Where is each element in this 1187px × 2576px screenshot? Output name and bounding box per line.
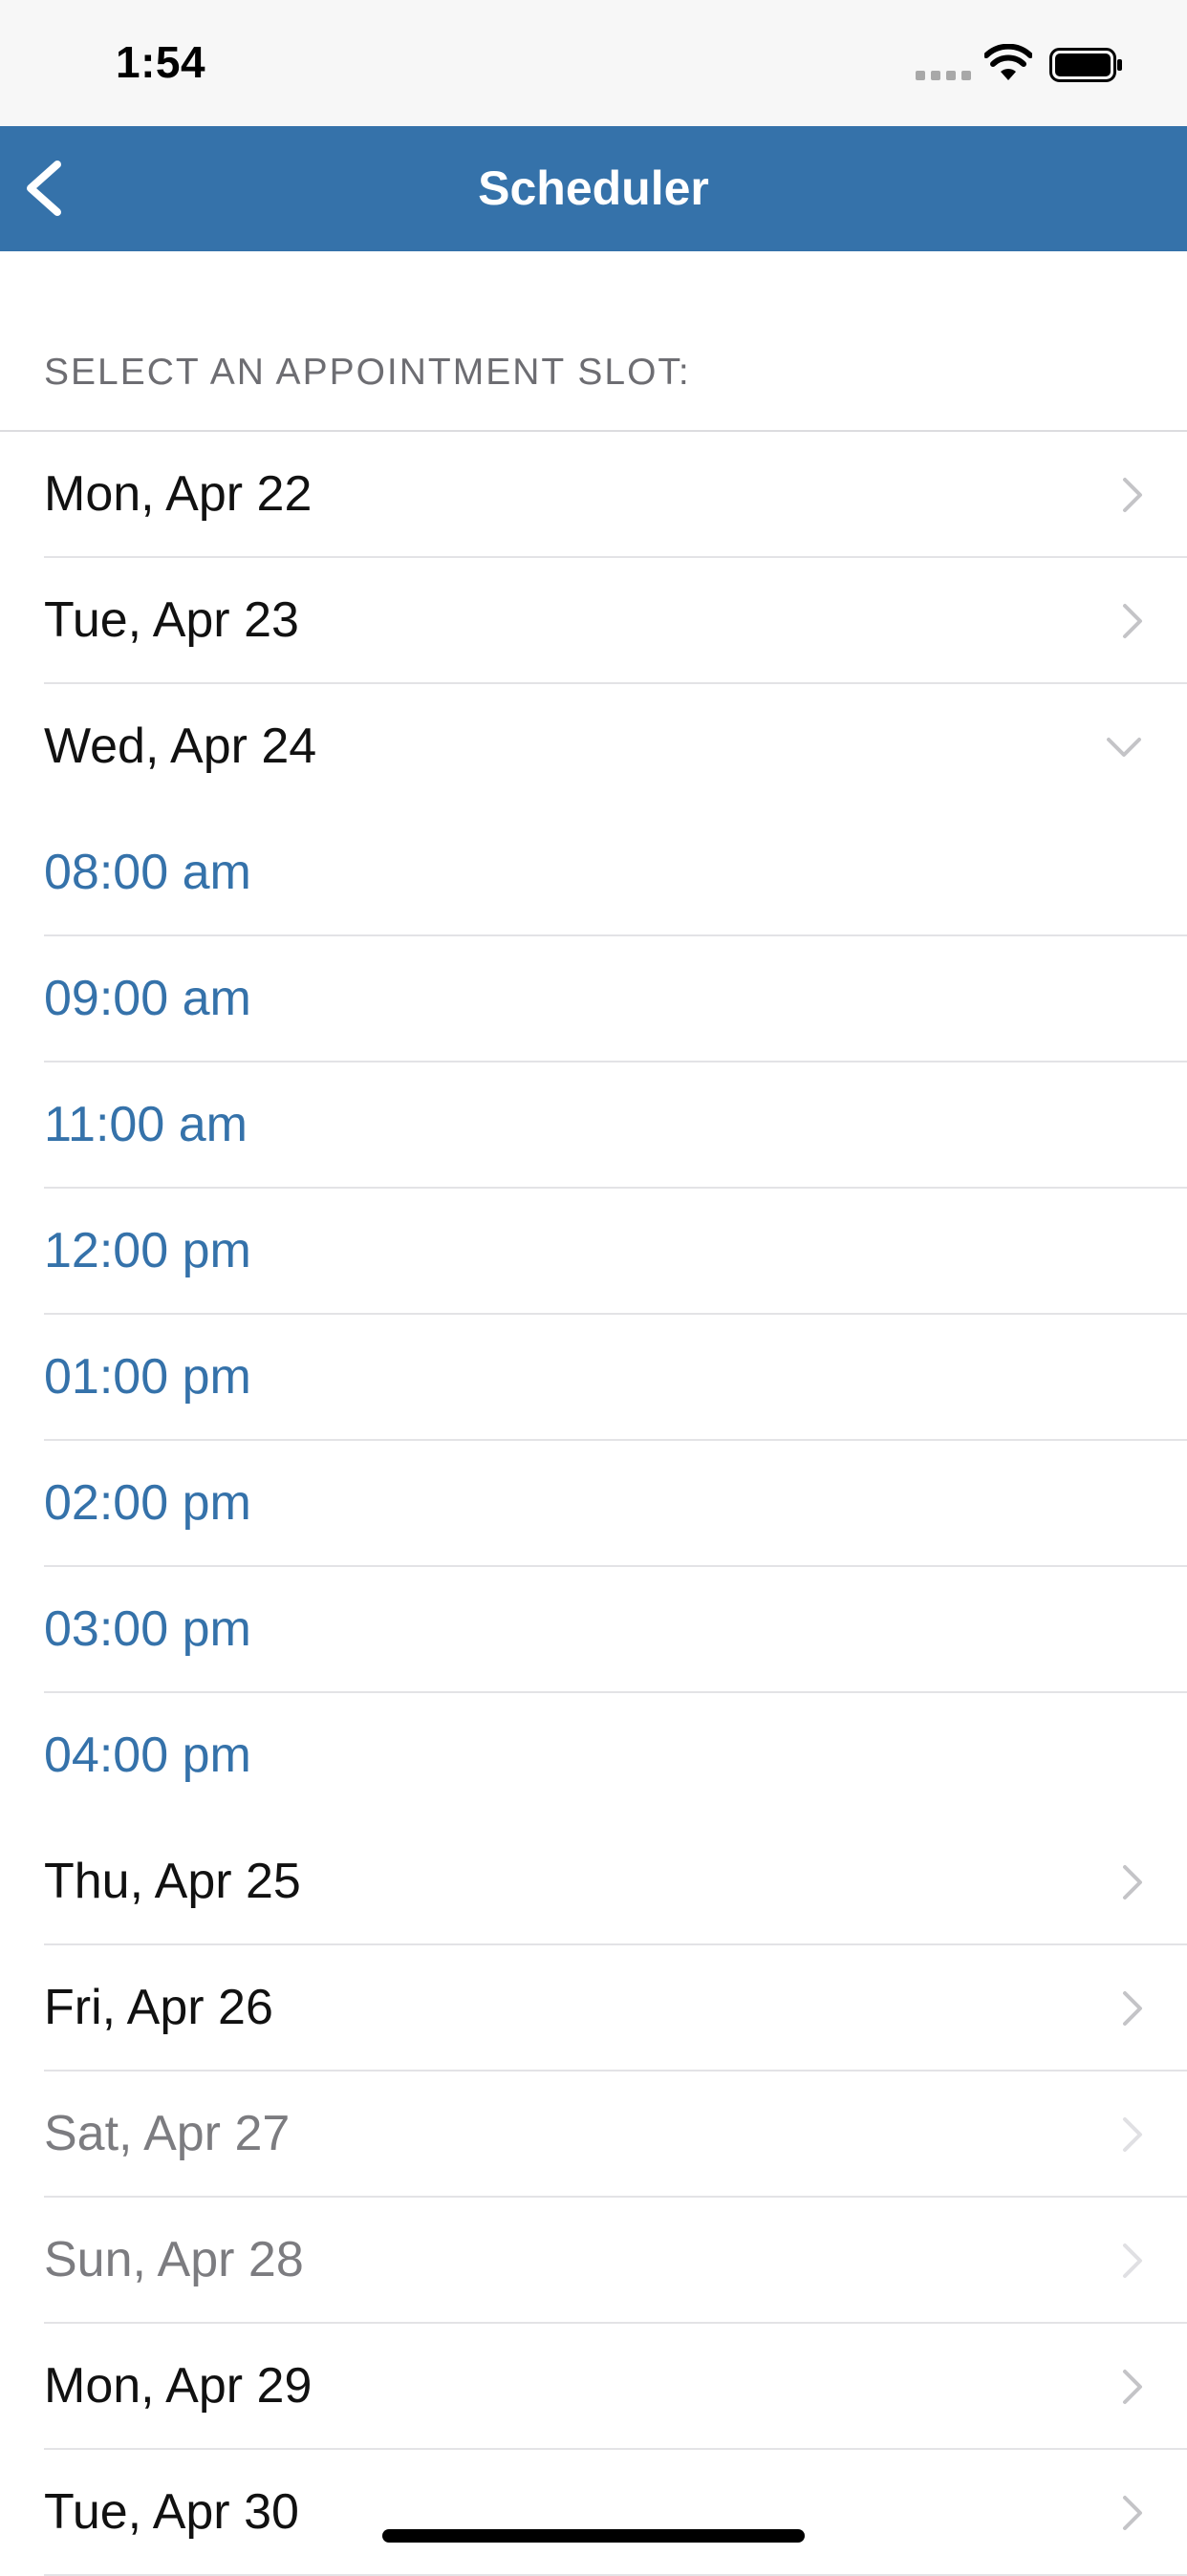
chevron-down-icon [1107, 738, 1141, 757]
time-slot-button[interactable]: 12:00 pm [44, 1189, 1187, 1315]
back-button[interactable] [17, 155, 78, 222]
day-label: Wed, Apr 24 [44, 719, 317, 774]
day-label: Fri, Apr 26 [44, 1980, 273, 2035]
time-slot-label: 02:00 pm [44, 1475, 251, 1531]
home-indicator[interactable] [382, 2529, 805, 2543]
time-slot-button[interactable]: 04:00 pm [44, 1693, 1187, 1819]
time-slot-label: 04:00 pm [44, 1728, 251, 1783]
day-row-sat-apr-27[interactable]: Sat, Apr 27 [44, 2072, 1187, 2198]
time-slot-label: 03:00 pm [44, 1601, 251, 1657]
chevron-left-icon [27, 161, 61, 216]
time-slot-button[interactable]: 02:00 pm [44, 1441, 1187, 1567]
chevron-right-icon [1123, 2243, 1142, 2278]
day-label: Sat, Apr 27 [44, 2106, 291, 2161]
chevron-right-icon [1123, 2117, 1142, 2152]
day-label: Sun, Apr 28 [44, 2232, 304, 2287]
cellular-signal-icon [916, 71, 971, 82]
wifi-icon [984, 44, 1032, 80]
day-row-wed-apr-24-expanded[interactable]: Wed, Apr 24 [44, 684, 1187, 810]
day-row-thu-apr-25[interactable]: Thu, Apr 25 [44, 1819, 1187, 1945]
chevron-right-icon [1123, 1865, 1142, 1900]
time-slot-button[interactable]: 03:00 pm [44, 1567, 1187, 1693]
time-slot-label: 08:00 am [44, 845, 251, 900]
day-row-tue-apr-30[interactable]: Tue, Apr 30 [44, 2450, 1187, 2576]
day-label: Mon, Apr 29 [44, 2358, 313, 2414]
page-title: Scheduler [478, 161, 709, 215]
chevron-right-icon [1123, 604, 1142, 638]
time-slot-label: 12:00 pm [44, 1223, 251, 1278]
day-label: Thu, Apr 25 [44, 1854, 301, 1909]
day-row-sun-apr-28[interactable]: Sun, Apr 28 [44, 2198, 1187, 2324]
chevron-right-icon [1123, 1991, 1142, 2026]
day-row-mon-apr-22[interactable]: Mon, Apr 22 [44, 432, 1187, 558]
appointment-list: Mon, Apr 22 Tue, Apr 23 Wed, Apr 24 08:0… [0, 430, 1187, 2576]
time-slot-label: 01:00 pm [44, 1349, 251, 1405]
section-header: SELECT AN APPOINTMENT SLOT: [44, 352, 691, 393]
navigation-bar: Scheduler [0, 126, 1187, 251]
time-slot-button[interactable]: 01:00 pm [44, 1315, 1187, 1441]
chevron-right-icon [1123, 2496, 1142, 2530]
time-slot-button[interactable]: 11:00 am [44, 1063, 1187, 1189]
battery-icon [1049, 48, 1122, 82]
chevron-right-icon [1123, 478, 1142, 512]
day-row-mon-apr-29[interactable]: Mon, Apr 29 [44, 2324, 1187, 2450]
day-label: Tue, Apr 23 [44, 592, 299, 648]
day-label: Tue, Apr 30 [44, 2484, 299, 2540]
day-row-tue-apr-23[interactable]: Tue, Apr 23 [44, 558, 1187, 684]
day-label: Mon, Apr 22 [44, 466, 313, 522]
time-slot-label: 11:00 am [44, 1097, 248, 1152]
time-slot-label: 09:00 am [44, 971, 251, 1026]
chevron-right-icon [1123, 2370, 1142, 2404]
status-time: 1:54 [116, 37, 206, 87]
time-slot-button[interactable]: 08:00 am [44, 810, 1187, 936]
time-slot-button[interactable]: 09:00 am [44, 936, 1187, 1063]
status-bar: 1:54 [0, 0, 1187, 126]
day-row-fri-apr-26[interactable]: Fri, Apr 26 [44, 1945, 1187, 2072]
